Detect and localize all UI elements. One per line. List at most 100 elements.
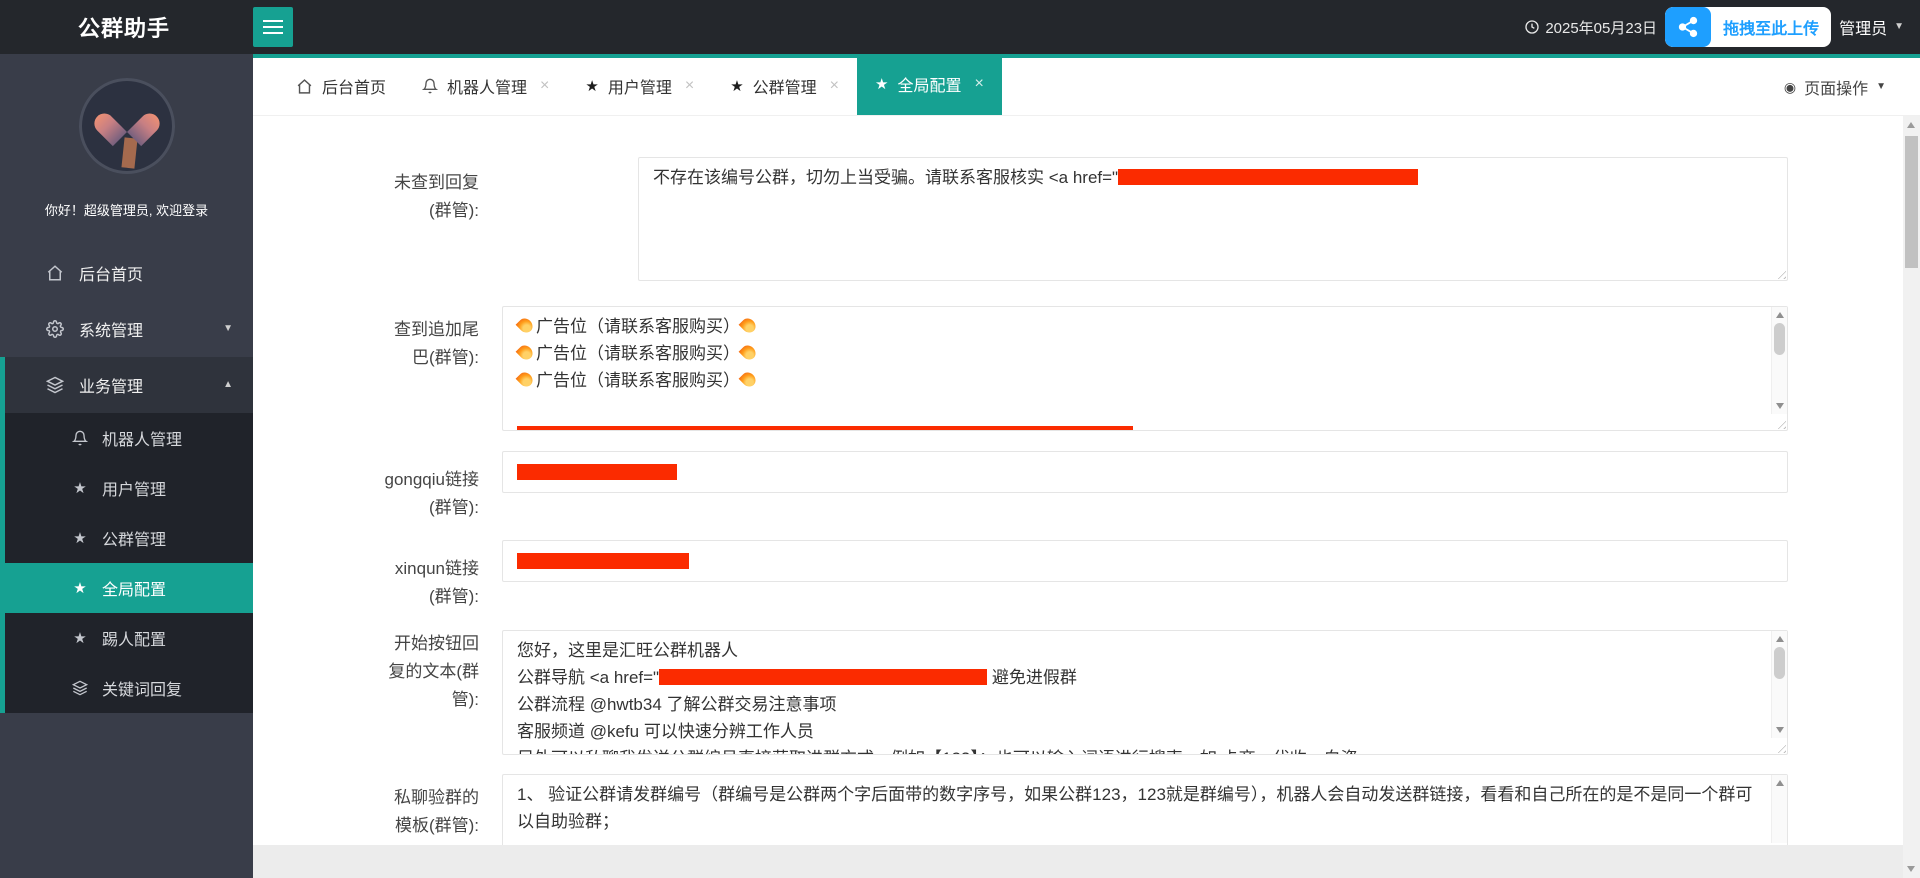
bell-icon — [422, 78, 438, 94]
sidebar-item-dashboard[interactable]: 后台首页 — [0, 245, 253, 301]
sidebar-item-user-manage[interactable]: ★ 用户管理 — [5, 463, 253, 513]
star-icon: ★ — [875, 77, 888, 92]
text-segment: 1、 验证公群请发群编号（群编号是公群两个字后面带的数字序号，如果公群123，1… — [517, 785, 1752, 831]
redacted-text — [1118, 169, 1418, 185]
redacted-text — [659, 669, 987, 685]
scrollbar-thumb[interactable] — [1774, 647, 1785, 679]
text-segment: 避免进假群 — [987, 668, 1077, 687]
scroll-down-icon[interactable] — [1907, 866, 1915, 872]
close-icon[interactable]: × — [830, 77, 839, 95]
redacted-text — [517, 426, 1133, 431]
sidebar-item-group-manage[interactable]: ★ 公群管理 — [5, 513, 253, 563]
layers-icon — [69, 680, 91, 696]
textarea-scrollbar[interactable] — [1771, 631, 1787, 738]
drag-upload-dropzone[interactable]: 拖拽至此上传 — [1665, 7, 1831, 47]
scrollbar-thumb[interactable] — [1774, 323, 1785, 355]
menu-icon — [263, 20, 283, 22]
tab-global-config[interactable]: ★ 全局配置 × — [857, 54, 1002, 115]
fire-icon — [739, 370, 759, 390]
sidebar-item-robot-manage[interactable]: 机器人管理 — [5, 413, 253, 463]
text-segment: 广告位（请联系客服购买） — [536, 344, 740, 363]
scroll-up-icon[interactable] — [1907, 122, 1915, 128]
star-icon: ★ — [69, 631, 91, 646]
field-label-private-verify-template: 私聊验群的 模板(群管): — [253, 784, 479, 840]
text-segment: 您好，这里是汇旺公群机器人 — [517, 641, 738, 660]
text-segment: 公群导航 <a href=" — [517, 668, 659, 687]
topbar-right: 2025年05月23日 拖拽至此上传 管理员 ▼ — [1524, 7, 1920, 47]
home-icon — [296, 78, 313, 95]
fire-icon — [516, 370, 536, 390]
upload-hint-label: 拖拽至此上传 — [1711, 15, 1831, 39]
field-label-no-result-reply: 未查到回复 (群管): — [253, 169, 479, 225]
star-icon: ★ — [730, 79, 743, 94]
star-icon: ★ — [585, 79, 598, 94]
menu-toggle-button[interactable] — [253, 7, 293, 47]
xinqun-link-input[interactable] — [502, 540, 1788, 582]
welcome-text: 你好！超级管理员, 欢迎登录 — [0, 200, 253, 219]
avatar — [79, 78, 175, 174]
text-segment: 广告位（请联系客服购买） — [536, 371, 740, 390]
close-icon[interactable]: × — [540, 77, 549, 95]
text-segment: 不存在该编号公群，切勿上当受骗。请联系客服核实 <a href=" — [653, 168, 1118, 187]
tab-group-manage[interactable]: ★ 公群管理 × — [712, 57, 857, 115]
star-icon: ★ — [69, 581, 91, 596]
sidebar-item-system-manage[interactable]: 系统管理 ▼ — [0, 301, 253, 357]
field-label-result-tail: 查到追加尾 巴(群管): — [253, 316, 479, 372]
chevron-down-icon: ▼ — [223, 324, 233, 334]
scroll-down-icon[interactable] — [1776, 403, 1784, 409]
fire-icon — [516, 316, 536, 336]
form-content: 未查到回复 (群管): 不存在该编号公群，切勿上当受骗。请联系客服核实 <a h… — [253, 116, 1920, 878]
main-scrollbar[interactable] — [1903, 116, 1920, 878]
scroll-up-icon[interactable] — [1776, 636, 1784, 642]
text-segment: 另外可以私聊我发送公群编号直接获取进群方式，例如【123】；也可以输入词语进行搜… — [517, 749, 1358, 755]
scroll-down-icon[interactable] — [1776, 727, 1784, 733]
gongqiu-link-input[interactable] — [502, 451, 1788, 493]
field-label-start-button-text: 开始按钮回 复的文本(群 管): — [253, 630, 479, 714]
avatar-wrap — [0, 54, 253, 174]
chevron-down-icon: ▼ — [1876, 82, 1886, 92]
redacted-text — [517, 553, 689, 569]
home-icon — [44, 264, 66, 282]
close-icon[interactable]: × — [685, 77, 694, 95]
scrollbar-thumb[interactable] — [1905, 136, 1918, 268]
textarea-scrollbar[interactable] — [1771, 775, 1787, 843]
fire-icon — [739, 316, 759, 336]
chevron-down-icon: ▼ — [1894, 22, 1904, 32]
sidebar-group-business: 业务管理 ▲ 机器人管理 ★ 用户管理 ★ — [0, 357, 253, 713]
scroll-up-icon[interactable] — [1776, 780, 1784, 786]
sidebar-submenu: 机器人管理 ★ 用户管理 ★ 公群管理 ★ 全局配置 ★ — [5, 413, 253, 713]
scroll-up-icon[interactable] — [1776, 312, 1784, 318]
page-actions-dropdown[interactable]: ◉ 页面操作 ▼ — [1784, 58, 1886, 116]
result-tail-textarea[interactable]: 广告位（请联系客服购买）广告位（请联系客服购买）广告位（请联系客服购买） — [502, 306, 1788, 431]
tab-user-manage[interactable]: ★ 用户管理 × — [567, 57, 712, 115]
text-segment: 客服频道 @kefu 可以快速分辨工作人员 — [517, 722, 814, 741]
user-menu[interactable]: 管理员 ▼ — [1839, 15, 1904, 39]
sidebar-item-global-config[interactable]: ★ 全局配置 — [5, 563, 253, 613]
no-result-reply-textarea[interactable]: 不存在该编号公群，切勿上当受骗。请联系客服核实 <a href=" — [638, 157, 1788, 281]
fisheye-icon: ◉ — [1784, 80, 1796, 94]
heart-photo — [107, 100, 147, 136]
chevron-up-icon: ▲ — [223, 380, 233, 390]
gear-icon — [44, 320, 66, 338]
textarea-scrollbar[interactable] — [1771, 307, 1787, 414]
sidebar-item-business-manage[interactable]: 业务管理 ▲ — [5, 357, 253, 413]
app-title: 公群助手 — [0, 11, 253, 43]
close-icon[interactable]: × — [974, 75, 983, 93]
star-icon: ★ — [69, 481, 91, 496]
user-role-label: 管理员 — [1839, 15, 1887, 39]
start-button-text-textarea[interactable]: 您好，这里是汇旺公群机器人公群导航 <a href=" 避免进假群公群流程 @h… — [502, 630, 1788, 755]
bottom-gray-band — [253, 845, 1903, 878]
sidebar-item-kick-config[interactable]: ★ 踢人配置 — [5, 613, 253, 663]
tab-robot-manage[interactable]: 机器人管理 × — [404, 57, 567, 115]
current-date: 2025年05月23日 — [1524, 17, 1657, 38]
tab-dashboard[interactable]: 后台首页 — [278, 57, 404, 115]
redacted-text — [517, 464, 677, 480]
top-bar: 公群助手 2025年05月23日 拖拽至此上传 管理员 ▼ — [0, 0, 1920, 54]
tab-bar: 后台首页 机器人管理 × ★ 用户管理 × ★ 公群管理 × ★ 全局 — [253, 58, 1920, 116]
field-label-xinqun-link: xinqun链接 (群管): — [253, 555, 479, 611]
main-area: 后台首页 机器人管理 × ★ 用户管理 × ★ 公群管理 × ★ 全局 — [253, 54, 1920, 878]
fire-icon — [739, 343, 759, 363]
sidebar: 你好！超级管理员, 欢迎登录 后台首页 系统管理 ▼ — [0, 54, 253, 878]
sidebar-item-keyword-reply[interactable]: 关键词回复 — [5, 663, 253, 713]
star-icon: ★ — [69, 531, 91, 546]
